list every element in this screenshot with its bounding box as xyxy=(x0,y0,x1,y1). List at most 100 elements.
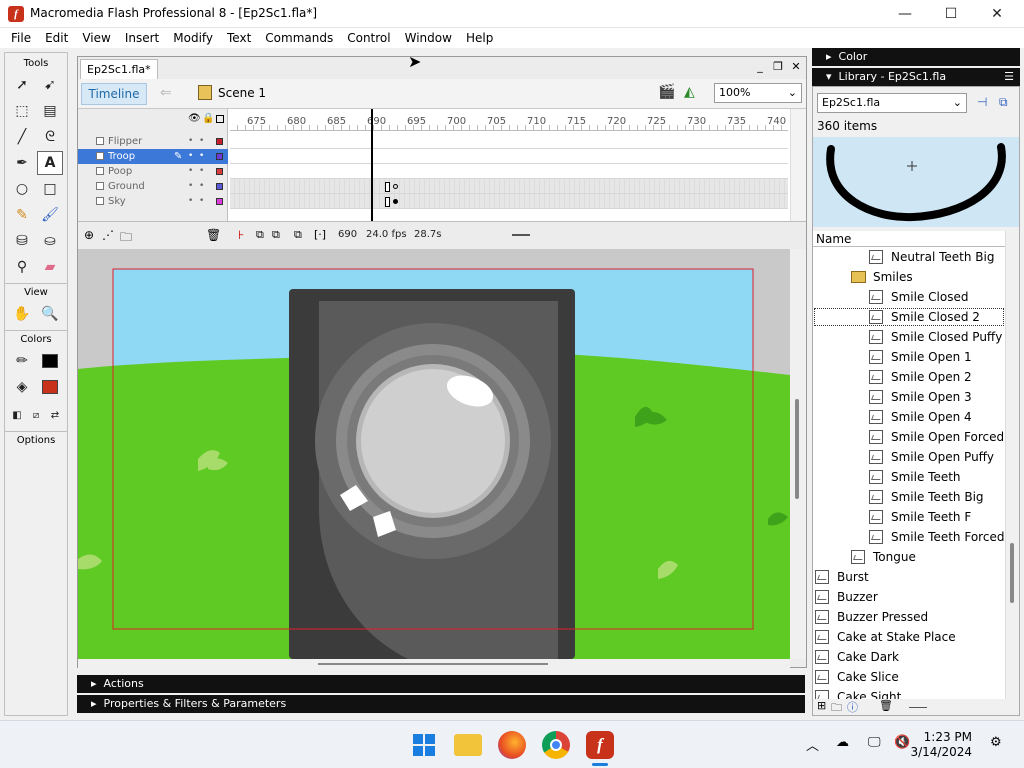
list-item[interactable]: Smile Open Puffy xyxy=(813,447,1005,467)
layer-row[interactable]: Ground • • xyxy=(78,179,228,194)
list-item[interactable]: Buzzer Pressed xyxy=(813,607,1005,627)
playhead[interactable] xyxy=(371,109,373,221)
new-library-panel-icon[interactable]: ⧉ xyxy=(999,95,1008,110)
list-item[interactable]: Cake Dark xyxy=(813,647,1005,667)
volume-muted-icon[interactable]: 🔇 xyxy=(894,735,910,750)
paint-bucket-tool-icon[interactable]: ⛀ xyxy=(37,229,63,253)
fill-color-icon[interactable]: ◈ xyxy=(9,375,35,399)
windows-start-icon[interactable] xyxy=(410,731,438,759)
doc-close-icon[interactable]: ✕ xyxy=(788,59,804,75)
oval-tool-icon[interactable]: ○ xyxy=(9,177,35,201)
edit-scene-icon[interactable]: 🎬 xyxy=(658,84,675,100)
stage-area[interactable] xyxy=(78,249,790,659)
cloud-icon[interactable]: ☁ xyxy=(836,735,849,750)
layer-row[interactable]: Flipper • • xyxy=(78,134,228,149)
frame-row[interactable] xyxy=(230,194,788,209)
menu-edit[interactable]: Edit xyxy=(38,28,75,48)
selection-tool-icon[interactable]: ➚ xyxy=(9,73,35,97)
list-item[interactable]: Smile Open Forced xyxy=(813,427,1005,447)
new-symbol-icon[interactable]: ⊞ xyxy=(817,699,826,712)
back-arrow-icon[interactable]: ⇐ xyxy=(160,85,172,101)
firefox-icon[interactable] xyxy=(498,731,526,759)
stage-hscroll[interactable] xyxy=(78,659,790,669)
zoom-select[interactable]: 100% ⌄ xyxy=(714,83,802,103)
eyedropper-tool-icon[interactable]: ⚲ xyxy=(9,255,35,279)
pen-tool-icon[interactable]: ✒ xyxy=(9,151,35,175)
keyframe[interactable] xyxy=(385,197,390,207)
actions-panel-bar[interactable]: ▸ Actions xyxy=(77,675,805,693)
list-item[interactable]: Smile Teeth F xyxy=(813,507,1005,527)
frame-row[interactable] xyxy=(230,179,788,194)
frame-row[interactable] xyxy=(230,134,788,149)
add-motion-guide-icon[interactable]: ⋰ xyxy=(102,228,114,242)
menu-window[interactable]: Window xyxy=(398,28,459,48)
swap-colors-icon[interactable]: ⇄ xyxy=(46,403,64,427)
line-tool-icon[interactable]: ╱ xyxy=(9,125,35,149)
pin-library-icon[interactable]: ⊣ xyxy=(977,95,987,109)
list-item[interactable]: Neutral Teeth Big xyxy=(813,247,1005,267)
list-item[interactable]: Cake at Stake Place xyxy=(813,627,1005,647)
list-item[interactable]: Smile Teeth xyxy=(813,467,1005,487)
hand-tool-icon[interactable]: ✋ xyxy=(9,302,35,326)
layer-color-swatch[interactable] xyxy=(216,183,223,190)
black-white-icon[interactable]: ◧ xyxy=(8,403,26,427)
file-explorer-icon[interactable] xyxy=(454,734,482,756)
layer-row-selected[interactable]: Troop ✎ • • xyxy=(78,149,228,164)
close-button[interactable]: ✕ xyxy=(974,0,1020,28)
pencil-tool-icon[interactable]: ✎ xyxy=(9,203,35,227)
list-item[interactable]: Smile Open 1 xyxy=(813,347,1005,367)
no-color-icon[interactable]: ⧄ xyxy=(27,403,45,427)
delete-layer-icon[interactable]: 🗑 xyxy=(206,228,221,242)
timeline-vscroll[interactable] xyxy=(790,109,806,221)
eraser-tool-icon[interactable]: ▰ xyxy=(37,255,63,279)
rectangle-tool-icon[interactable]: □ xyxy=(37,177,63,201)
eye-icon[interactable]: 👁 xyxy=(188,113,201,124)
lock-icon[interactable]: 🔒 xyxy=(202,113,214,124)
zoom-tool-icon[interactable]: 🔍 xyxy=(37,302,63,326)
menu-modify[interactable]: Modify xyxy=(166,28,220,48)
free-transform-tool-icon[interactable]: ⬚ xyxy=(9,99,35,123)
library-panel-bar[interactable]: ▾ Library - Ep2Sc1.fla ☰ xyxy=(812,68,1020,86)
library-column-header[interactable]: Name xyxy=(813,231,1019,247)
delete-icon[interactable]: 🗑 xyxy=(879,699,893,712)
doc-minimize-icon[interactable]: _ xyxy=(752,59,768,75)
insert-folder-icon[interactable]: 🗀 xyxy=(120,228,132,249)
menu-file[interactable]: File xyxy=(4,28,38,48)
menu-commands[interactable]: Commands xyxy=(258,28,340,48)
menu-view[interactable]: View xyxy=(75,28,117,48)
list-item[interactable]: Cake Sight xyxy=(813,687,1005,699)
chrome-icon[interactable] xyxy=(542,731,570,759)
system-clock[interactable]: 1:23 PM 3/14/2024 xyxy=(910,730,972,760)
stroke-color-icon[interactable]: ✏ xyxy=(9,349,35,373)
chevron-up-icon[interactable]: ︿ xyxy=(806,735,819,754)
list-item[interactable]: Smiles xyxy=(813,267,1005,287)
outline-icon[interactable] xyxy=(216,115,224,123)
layer-color-swatch[interactable] xyxy=(216,153,223,160)
list-item[interactable]: Smile Open 4 xyxy=(813,407,1005,427)
menu-text[interactable]: Text xyxy=(220,28,258,48)
center-frame-icon[interactable]: ⊦ xyxy=(238,228,244,242)
frame-row[interactable] xyxy=(230,164,788,179)
document-tab[interactable]: Ep2Sc1.fla* xyxy=(80,59,158,79)
properties-panel-bar[interactable]: ▸ Properties & Filters & Parameters xyxy=(77,695,805,713)
modify-markers-icon[interactable]: [·] xyxy=(314,228,326,241)
timeline-hscroll[interactable] xyxy=(512,234,530,236)
color-panel-bar[interactable]: ▸ Color xyxy=(812,48,1020,66)
edit-multiple-icon[interactable]: ⧉ xyxy=(294,228,302,242)
layer-row[interactable]: Poop • • xyxy=(78,164,228,179)
menu-help[interactable]: Help xyxy=(459,28,500,48)
gradient-transform-tool-icon[interactable]: ▤ xyxy=(37,99,63,123)
menu-insert[interactable]: Insert xyxy=(118,28,166,48)
onion-outline-icon[interactable]: ⧉ xyxy=(272,228,280,242)
list-item[interactable]: Smile Closed xyxy=(813,287,1005,307)
text-tool-icon[interactable]: A xyxy=(37,151,63,175)
list-item[interactable]: Smile Open 3 xyxy=(813,387,1005,407)
flash-app-icon[interactable]: f xyxy=(586,731,614,759)
layer-color-swatch[interactable] xyxy=(216,138,223,145)
list-item[interactable]: Smile Closed Puffy xyxy=(813,327,1005,347)
frame-row[interactable] xyxy=(230,149,788,164)
lasso-tool-icon[interactable]: ᘓ xyxy=(37,125,63,149)
list-item[interactable]: Smile Teeth Forced xyxy=(813,527,1005,547)
list-item[interactable]: Smile Open 2 xyxy=(813,367,1005,387)
stage-canvas[interactable] xyxy=(78,249,790,659)
